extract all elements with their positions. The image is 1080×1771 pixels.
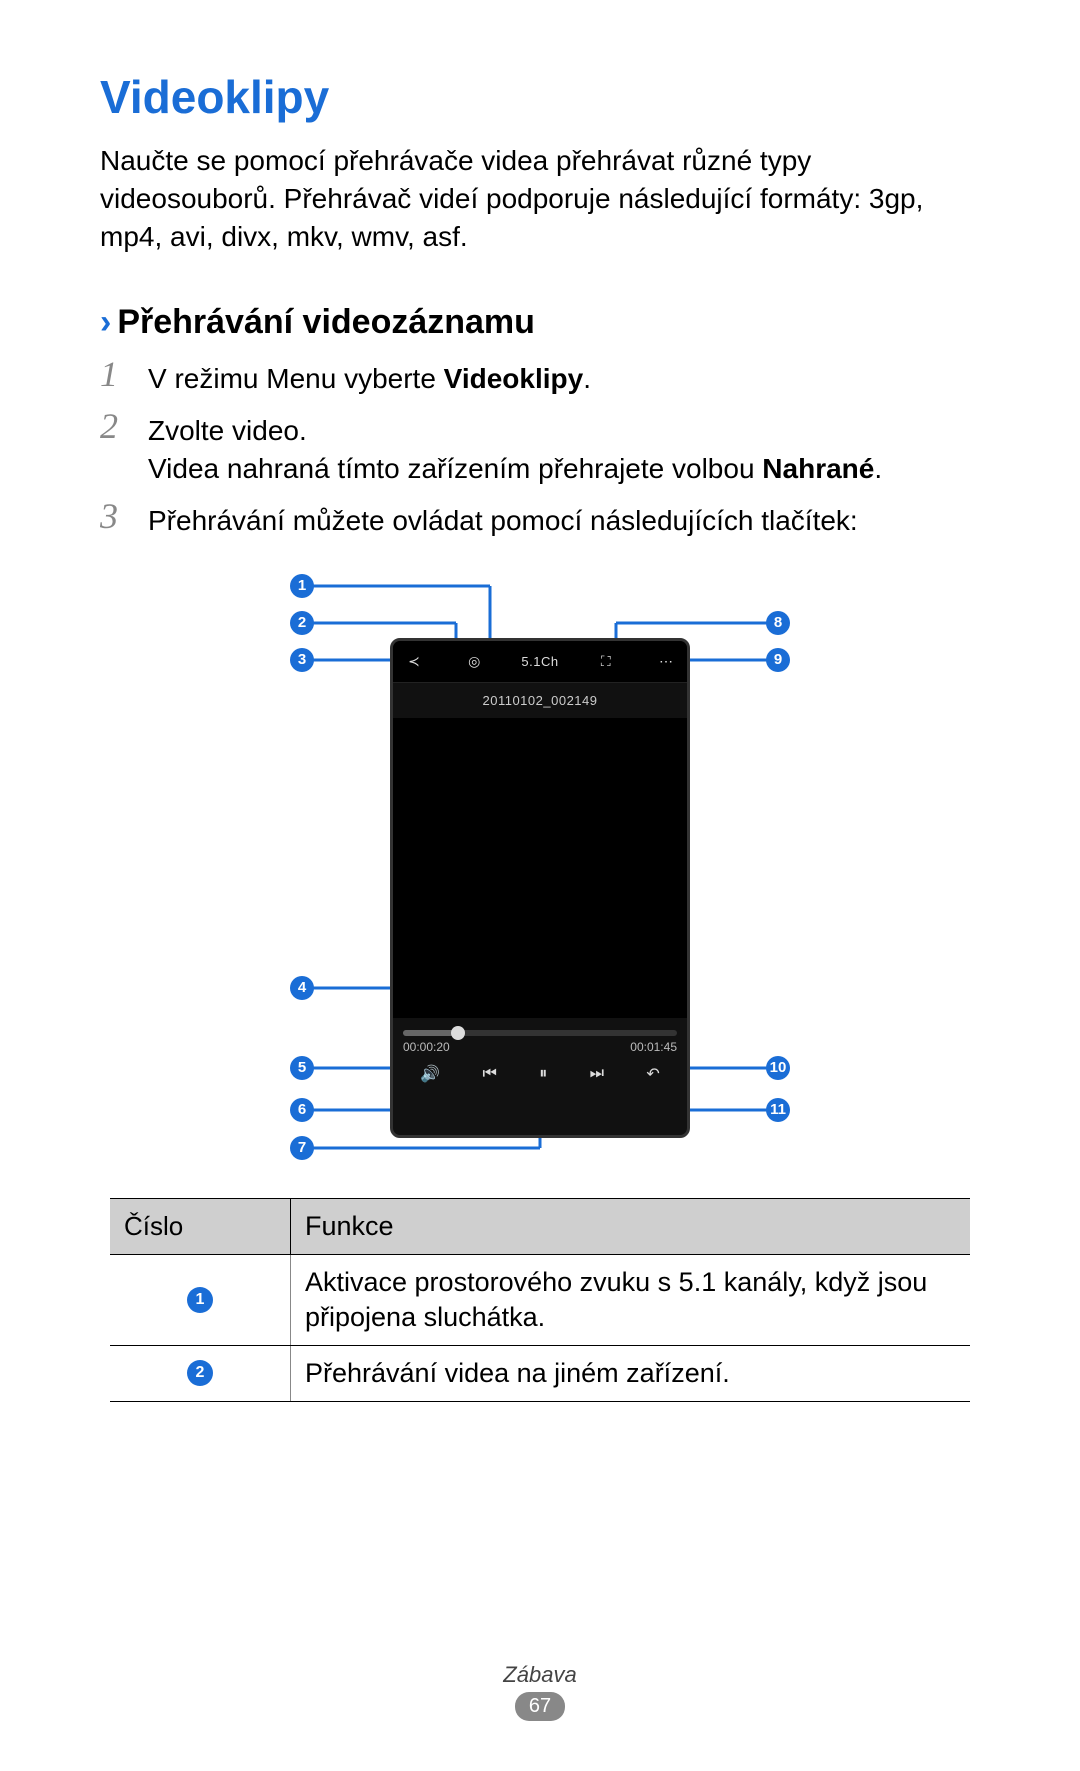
function-table: Číslo Funkce 1 Aktivace prostorového zvu… (110, 1198, 970, 1402)
next-icon: ⏭ (590, 1065, 604, 1083)
callout-bubble: 3 (290, 648, 314, 672)
playback-controls: 🔊 ⏮ ⏸ ⏭ ↶ (393, 1056, 687, 1092)
seek-track (403, 1030, 677, 1036)
table-cell-number: 2 (110, 1346, 290, 1401)
seek-times: 00:00:20 00:01:45 (403, 1040, 677, 1054)
step-text: . (874, 453, 882, 484)
allshare-icon: ◎ (461, 653, 487, 670)
callout-bubble: 2 (290, 611, 314, 635)
seek-knob (451, 1026, 465, 1040)
table-header-col2: Funkce (291, 1199, 970, 1254)
step-body: Přehrávání můžete ovládat pomocí následu… (148, 498, 858, 540)
footer-section-label: Zábava (0, 1662, 1080, 1688)
callout-bubble: 10 (766, 1056, 790, 1080)
table-row: 1 Aktivace prostorového zvuku s 5.1 kaná… (110, 1255, 970, 1346)
callout-bubble: 6 (290, 1098, 314, 1122)
more-icon: ⋯ (653, 653, 679, 670)
back-icon: ↶ (646, 1064, 659, 1084)
pause-icon: ⏸ (539, 1065, 547, 1083)
page-title: Videoklipy (100, 70, 980, 124)
step-body: V režimu Menu vyberte Videoklipy. (148, 356, 591, 398)
page-footer: Zábava 67 (0, 1662, 1080, 1721)
video-player-diagram: ≺ ◎ 5.1Ch ⛶ ⋯ 20110102_002149 00:00:20 0… (190, 568, 890, 1168)
callout-bubble: 11 (766, 1098, 790, 1122)
time-total: 00:01:45 (630, 1040, 677, 1054)
fullscreen-icon: ⛶ (593, 653, 619, 670)
number-bubble: 1 (187, 1287, 213, 1313)
intro-paragraph: Naučte se pomocí přehrávače videa přehrá… (100, 142, 980, 255)
step-number: 3 (100, 498, 130, 540)
table-cell-number: 1 (110, 1255, 290, 1345)
time-elapsed: 00:00:20 (403, 1040, 450, 1054)
seek-fill (403, 1030, 458, 1036)
player-top-bar: ≺ ◎ 5.1Ch ⛶ ⋯ (393, 641, 687, 683)
step-text: . (583, 363, 591, 394)
table-header-col1: Číslo (110, 1199, 290, 1254)
video-filename: 20110102_002149 (393, 683, 687, 718)
page-number-badge: 67 (515, 1692, 565, 1721)
callout-bubble: 8 (766, 611, 790, 635)
surround-51-label: 5.1Ch (521, 654, 558, 669)
table-cell-desc: Přehrávání videa na jiném zařízení. (291, 1346, 970, 1401)
subheading: ›Přehrávání videozáznamu (100, 303, 980, 342)
step-body: Zvolte video. Videa nahraná tímto zaříze… (148, 408, 882, 488)
step-text: Zvolte video. (148, 412, 882, 450)
previous-icon: ⏮ (482, 1065, 496, 1083)
device-mockup: ≺ ◎ 5.1Ch ⛶ ⋯ 20110102_002149 00:00:20 0… (390, 638, 690, 1138)
step-text-bold: Nahrané (762, 453, 874, 484)
callout-bubble: 7 (290, 1136, 314, 1160)
step-text: Videa nahraná tímto zařízením přehrajete… (148, 453, 762, 484)
seek-bar-area: 00:00:20 00:01:45 (393, 1018, 687, 1056)
step-text: Videa nahraná tímto zařízením přehrajete… (148, 450, 882, 488)
step-3: 3 Přehrávání můžete ovládat pomocí násle… (100, 498, 980, 540)
step-text-bold: Videoklipy (444, 363, 584, 394)
callout-bubble: 5 (290, 1056, 314, 1080)
table-row: 2 Přehrávání videa na jiném zařízení. (110, 1346, 970, 1402)
step-1: 1 V režimu Menu vyberte Videoklipy. (100, 356, 980, 398)
callout-bubble: 9 (766, 648, 790, 672)
step-number: 2 (100, 408, 130, 488)
step-number: 1 (100, 356, 130, 398)
step-2: 2 Zvolte video. Videa nahraná tímto zaří… (100, 408, 980, 488)
step-text: V režimu Menu vyberte (148, 363, 444, 394)
subheading-text: Přehrávání videozáznamu (117, 303, 535, 341)
video-area (393, 718, 687, 1018)
steps-list: 1 V režimu Menu vyberte Videoklipy. 2 Zv… (100, 356, 980, 539)
callout-bubble: 1 (290, 574, 314, 598)
share-icon: ≺ (401, 653, 427, 670)
volume-icon: 🔊 (420, 1064, 440, 1084)
number-bubble: 2 (187, 1360, 213, 1386)
table-header: Číslo Funkce (110, 1198, 970, 1255)
table-cell-desc: Aktivace prostorového zvuku s 5.1 kanály… (291, 1255, 970, 1345)
callout-bubble: 4 (290, 976, 314, 1000)
chevron-right-icon: › (100, 303, 111, 341)
